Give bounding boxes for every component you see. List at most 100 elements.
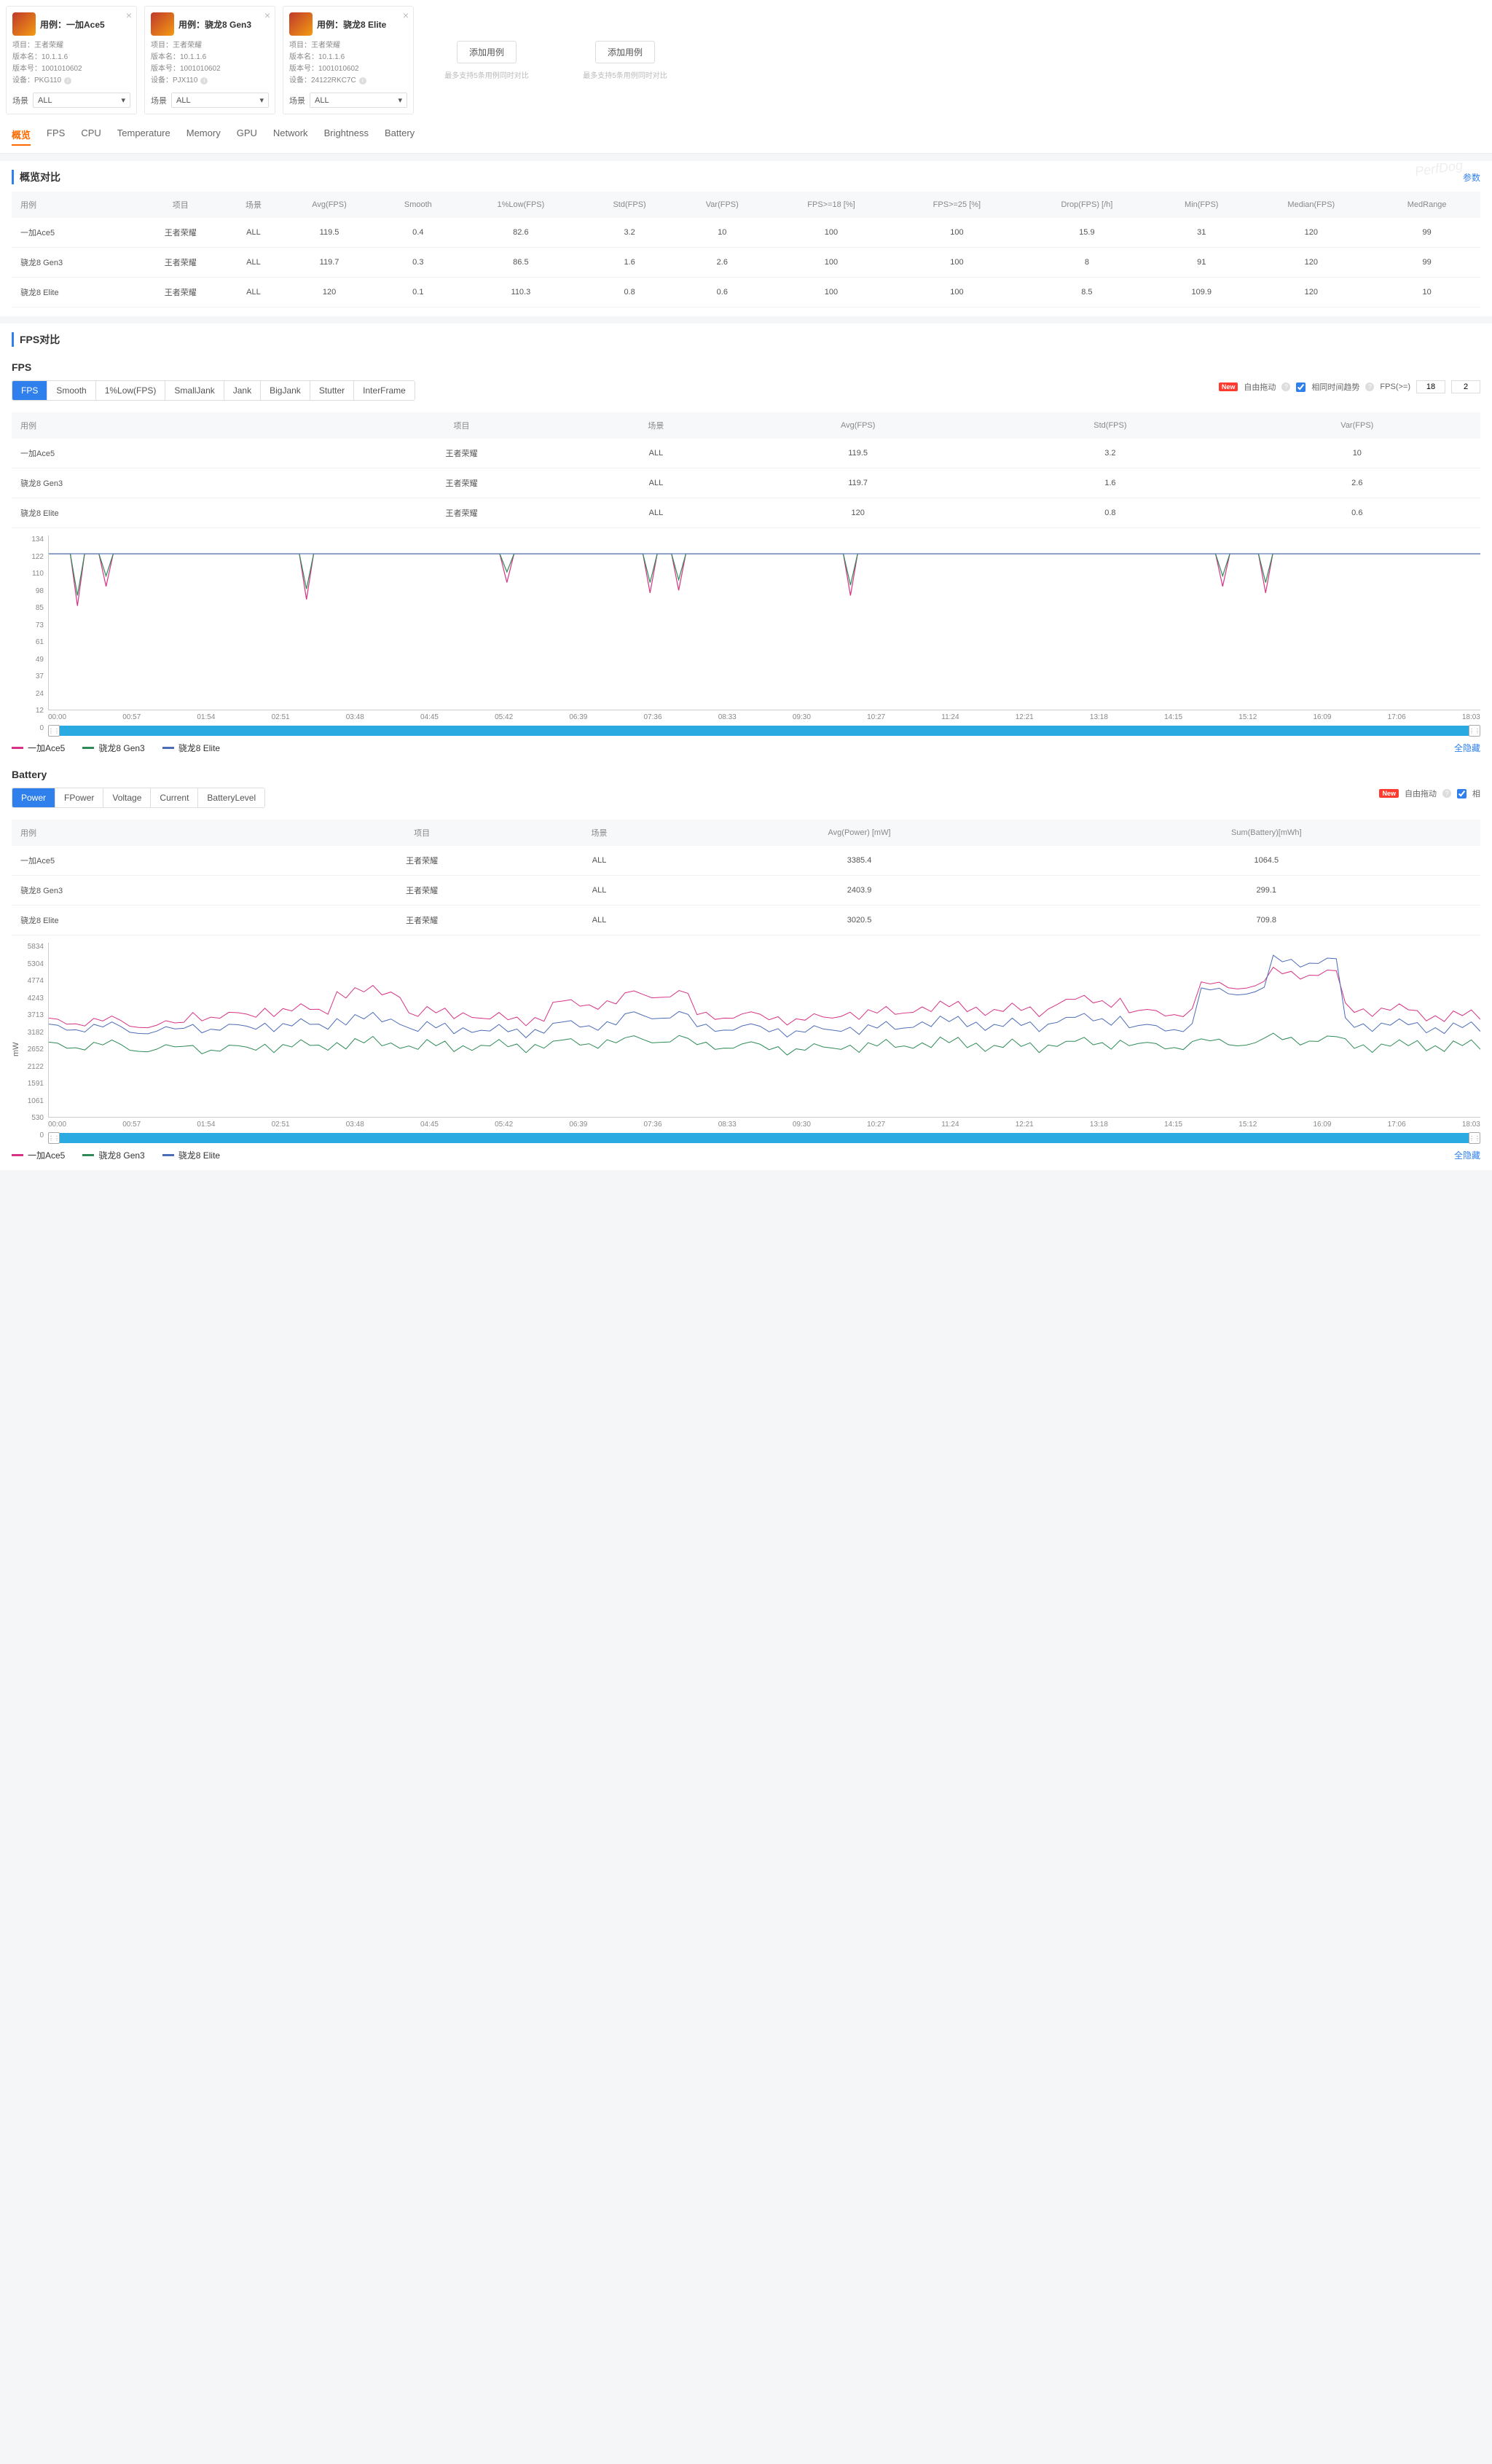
trend-checkbox[interactable] <box>1296 382 1306 392</box>
info-icon[interactable]: i <box>359 77 366 85</box>
pill-interframe[interactable]: InterFrame <box>354 381 415 400</box>
battery-plot-area[interactable] <box>48 943 1480 1118</box>
table-row: 一加Ace5王者荣耀ALL3385.41064.5 <box>12 846 1480 876</box>
pill-smooth[interactable]: Smooth <box>47 381 95 400</box>
close-icon[interactable]: × <box>264 9 270 21</box>
battery-metric-tabs: Power FPower Voltage Current BatteryLeve… <box>12 788 265 808</box>
fps-sub-title: FPS <box>12 361 1480 373</box>
close-icon[interactable]: × <box>126 9 132 21</box>
slider-handle-right[interactable]: ⋮⋮ <box>1469 725 1480 737</box>
slider-handle-left[interactable]: ⋮⋮ <box>48 725 60 737</box>
scene-label: 场景 <box>12 95 28 106</box>
legend-item[interactable]: 骁龙8 Elite <box>162 742 220 754</box>
params-link[interactable]: 参数 <box>1463 171 1480 184</box>
table-row: 骁龙8 Elite王者荣耀ALL1200.80.6 <box>12 498 1480 528</box>
tab-memory[interactable]: Memory <box>186 127 221 146</box>
fps-section: FPS对比 FPS FPS Smooth 1%Low(FPS) SmallJan… <box>0 323 1492 1170</box>
tab-battery[interactable]: Battery <box>385 127 415 146</box>
help-icon[interactable]: ? <box>1281 382 1290 391</box>
help-icon[interactable]: ? <box>1365 382 1374 391</box>
pill-1lowfps[interactable]: 1%Low(FPS) <box>96 381 166 400</box>
case-title: 用例：骁龙8 Elite <box>317 18 386 31</box>
col-header: MedRange <box>1373 192 1480 218</box>
info-icon[interactable]: i <box>200 77 208 85</box>
tab-cpu[interactable]: CPU <box>81 127 101 146</box>
overview-title: 概览对比 <box>12 170 60 184</box>
pill-fpower[interactable]: FPower <box>55 788 103 807</box>
col-header: Sum(Battery)[mWh] <box>1053 820 1480 846</box>
add-case-button[interactable]: 添加用例 <box>457 41 517 63</box>
time-slider[interactable]: ⋮⋮ ⋮⋮ <box>48 1133 1480 1143</box>
scene-label: 场景 <box>151 95 167 106</box>
pill-stutter[interactable]: Stutter <box>310 381 354 400</box>
col-header: FPS>=18 [%] <box>769 192 894 218</box>
legend-item[interactable]: 骁龙8 Gen3 <box>82 1149 144 1161</box>
slider-handle-left[interactable]: ⋮⋮ <box>48 1132 60 1144</box>
battery-chart: mW 5834530447744243371331822652212215911… <box>12 943 1480 1161</box>
pill-smalljank[interactable]: SmallJank <box>165 381 224 400</box>
close-icon[interactable]: × <box>403 9 409 21</box>
table-row: 骁龙8 Gen3王者荣耀ALL2403.9299.1 <box>12 876 1480 906</box>
trend-label: 相 <box>1472 788 1480 799</box>
pill-voltage[interactable]: Voltage <box>103 788 151 807</box>
table-row: 骁龙8 Gen3王者荣耀ALL119.70.386.51.62.61001008… <box>12 248 1480 278</box>
col-header: 场景 <box>583 412 730 439</box>
pill-jank[interactable]: Jank <box>224 381 261 400</box>
scene-select[interactable]: ALL▾ <box>171 93 269 108</box>
add-case-button[interactable]: 添加用例 <box>595 41 655 63</box>
time-slider[interactable]: ⋮⋮ ⋮⋮ <box>48 726 1480 736</box>
col-header: FPS>=25 [%] <box>894 192 1019 218</box>
tab-network[interactable]: Network <box>273 127 308 146</box>
thresh-input[interactable] <box>1416 380 1445 393</box>
fps-plot-area[interactable] <box>48 535 1480 710</box>
slider-handle-right[interactable]: ⋮⋮ <box>1469 1132 1480 1144</box>
tab-temperature[interactable]: Temperature <box>117 127 170 146</box>
new-badge: New <box>1219 382 1238 391</box>
col-header: 项目 <box>312 820 533 846</box>
pill-current[interactable]: Current <box>151 788 198 807</box>
tab-gpu[interactable]: GPU <box>237 127 257 146</box>
legend-item[interactable]: 一加Ace5 <box>12 742 65 754</box>
help-icon[interactable]: ? <box>1442 789 1451 798</box>
table-row: 一加Ace5王者荣耀ALL119.50.482.63.21010010015.9… <box>12 218 1480 248</box>
case-title: 用例：骁龙8 Gen3 <box>178 18 251 31</box>
col-header: Avg(Power) [mW] <box>667 820 1053 846</box>
pill-fps[interactable]: FPS <box>12 381 47 400</box>
pill-batterylevel[interactable]: BatteryLevel <box>198 788 264 807</box>
chevron-down-icon: ▾ <box>121 95 125 105</box>
tab-overview[interactable]: 概览 <box>12 127 31 146</box>
hide-all-link[interactable]: 全隐藏 <box>1454 1149 1480 1161</box>
thresh-input-2[interactable] <box>1451 380 1480 393</box>
legend-item[interactable]: 骁龙8 Gen3 <box>82 742 144 754</box>
tab-fps[interactable]: FPS <box>47 127 65 146</box>
case-card-0: × 用例：一加Ace5 项目：王者荣耀 版本名：10.1.1.6 版本号：100… <box>6 6 137 114</box>
battery-toolbar: New 自由拖动 ? 相 <box>1379 788 1480 799</box>
fps-metric-tabs: FPS Smooth 1%Low(FPS) SmallJank Jank Big… <box>12 380 415 401</box>
col-header: 场景 <box>226 192 281 218</box>
legend-item[interactable]: 骁龙8 Elite <box>162 1149 220 1161</box>
trend-checkbox[interactable] <box>1457 789 1467 799</box>
add-case-hint: 最多支持5条用例同时对比 <box>444 69 529 80</box>
free-drag-label: 自由拖动 <box>1405 788 1437 799</box>
col-header: Avg(FPS) <box>729 412 986 439</box>
legend-item[interactable]: 一加Ace5 <box>12 1149 65 1161</box>
scene-select[interactable]: ALL▾ <box>310 93 407 108</box>
case-card-2: × 用例：骁龙8 Elite 项目：王者荣耀 版本名：10.1.1.6 版本号：… <box>283 6 414 114</box>
table-row: 骁龙8 Elite王者荣耀ALL1200.1110.30.80.61001008… <box>12 278 1480 307</box>
info-icon[interactable]: i <box>64 77 71 85</box>
chevron-down-icon: ▾ <box>398 95 402 105</box>
free-drag-label: 自由拖动 <box>1244 381 1276 393</box>
tab-brightness[interactable]: Brightness <box>324 127 369 146</box>
pill-power[interactable]: Power <box>12 788 55 807</box>
col-header: Var(FPS) <box>1234 412 1480 439</box>
case-cards-row: × 用例：一加Ace5 项目：王者荣耀 版本名：10.1.1.6 版本号：100… <box>0 0 1492 120</box>
add-case-slot: 添加用例 最多支持5条用例同时对比 <box>560 6 691 114</box>
hide-all-link[interactable]: 全隐藏 <box>1454 742 1480 754</box>
col-header: 用例 <box>12 820 312 846</box>
pill-bigjank[interactable]: BigJank <box>261 381 310 400</box>
scene-select[interactable]: ALL▾ <box>33 93 130 108</box>
case-card-1: × 用例：骁龙8 Gen3 项目：王者荣耀 版本名：10.1.1.6 版本号：1… <box>144 6 275 114</box>
battery-table: 用例项目场景Avg(Power) [mW]Sum(Battery)[mWh] 一… <box>12 820 1480 935</box>
scene-label: 场景 <box>289 95 305 106</box>
overview-table: 用例项目场景Avg(FPS)Smooth1%Low(FPS)Std(FPS)Va… <box>12 192 1480 307</box>
